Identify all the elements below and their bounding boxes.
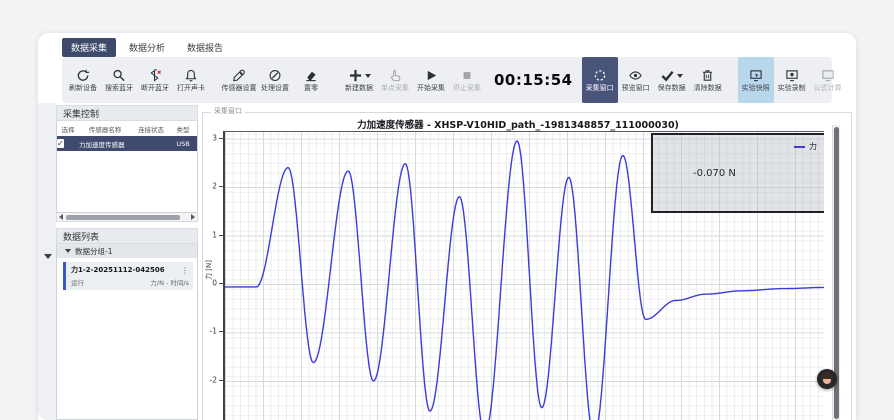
data-item-status: 运行 — [71, 277, 84, 287]
y-axis: 3 2 1 0 -1 -2 — [203, 131, 223, 420]
collection-control-header: 采集控制 — [56, 105, 198, 121]
collapse-arrow-icon[interactable] — [44, 254, 52, 259]
col-select: 选择 — [57, 124, 79, 134]
data-list-item[interactable]: 力1-2-20251112-042506 ⋮ 运行 力/N - 时间/s — [63, 262, 193, 290]
y-tick-label: -2 — [210, 376, 217, 384]
process-settings-button[interactable]: 处理设置 — [257, 57, 293, 103]
new-data-button[interactable]: 新建数据 — [341, 57, 377, 103]
item-menu-icon[interactable]: ⋮ — [181, 266, 189, 275]
dashed-circle-icon — [593, 69, 607, 82]
chart-frame-label: 采集窗口 — [211, 108, 245, 115]
experiment-snapshot-button[interactable]: 实验快照 — [738, 57, 774, 103]
chevron-down-icon[interactable] — [365, 74, 371, 78]
scroll-left-icon[interactable] — [59, 214, 63, 220]
plus-icon — [348, 69, 363, 82]
avatar-hair-icon — [821, 372, 833, 379]
tab-data-report[interactable]: 数据报告 — [178, 38, 232, 57]
tab-data-analysis[interactable]: 数据分析 — [120, 38, 174, 57]
data-item-title: 力1-2-20251112-042506 — [71, 265, 165, 275]
y-tick-label: 0 — [212, 279, 217, 287]
sensor-checkbox[interactable]: ✓ — [57, 139, 64, 148]
search-icon — [112, 69, 126, 82]
sensor-settings-icon — [232, 69, 246, 82]
refresh-icon — [76, 69, 90, 82]
tab-data-acquisition[interactable]: 数据采集 — [62, 38, 116, 57]
data-list: 数据分组-1 力1-2-20251112-042506 ⋮ 运行 力/N - 时… — [56, 244, 198, 420]
col-connection-status: 连接状态 — [131, 124, 171, 134]
start-acquisition-button[interactable]: 开始采集 — [413, 57, 449, 103]
sensor-row[interactable]: ✓ 力加速度传感器 USB — [57, 136, 197, 151]
screen-cursor-icon — [749, 69, 763, 82]
clear-data-button[interactable]: 清除数据 — [690, 57, 726, 103]
y-tick-label: -1 — [210, 328, 217, 336]
chevron-down-icon — [65, 249, 71, 253]
save-data-button[interactable]: 保存数据 — [654, 57, 690, 103]
experiment-record-button[interactable]: 实验录制 — [774, 57, 810, 103]
eye-icon — [628, 69, 643, 82]
bell-icon — [184, 69, 198, 82]
main-card: 数据采集 数据分析 数据报告 刷新设备 搜索蓝牙 断开蓝牙 打开声卡 — [38, 33, 856, 420]
current-value: -0.070 N — [693, 168, 736, 179]
data-list-header: 数据列表 — [56, 228, 198, 244]
eraser-icon — [304, 69, 318, 82]
sensor-table: 选择 传感器名称 连接状态 类型 ✓ 力加速度传感器 USB — [56, 121, 198, 213]
y-tick-label: 3 — [212, 134, 217, 142]
scroll-right-icon[interactable] — [191, 214, 195, 220]
stop-icon — [461, 69, 473, 82]
trash-icon — [701, 69, 714, 82]
toolbar: 刷新设备 搜索蓝牙 断开蓝牙 打开声卡 传感器设置 处理设置 — [62, 57, 832, 103]
plot-area[interactable]: -0.070 N 力 — [223, 131, 824, 420]
left-panel: 采集控制 选择 传感器名称 连接状态 类型 ✓ 力加速度传感器 USB — [56, 105, 198, 420]
sensor-settings-button[interactable]: 传感器设置 — [221, 57, 257, 103]
chevron-down-icon[interactable] — [677, 74, 683, 78]
data-group-header[interactable]: 数据分组-1 — [57, 244, 197, 258]
chart-legend: 力 — [794, 141, 817, 152]
disconnect-bluetooth-button[interactable]: 断开蓝牙 — [137, 57, 173, 103]
play-icon — [425, 69, 438, 82]
acquisition-timer: 00:15:54 — [494, 71, 573, 89]
screen-icon — [821, 69, 835, 82]
chart-title: 力加速度传感器 - XHSP-V10HID_path_-1981348857_1… — [203, 117, 833, 131]
sensor-table-header: 选择 传感器名称 连接状态 类型 — [57, 121, 197, 136]
sidebar-collapse-rail[interactable] — [38, 103, 56, 420]
stop-acquisition-button[interactable]: 停止采集 — [449, 57, 485, 103]
bluetooth-disconnect-icon — [148, 69, 162, 82]
single-point-button[interactable]: 单点采集 — [377, 57, 413, 103]
assistant-avatar-button[interactable] — [817, 369, 837, 389]
chart-frame: 采集窗口 力加速度传感器 - XHSP-V10HID_path_-1981348… — [202, 112, 852, 420]
check-icon — [660, 69, 675, 82]
open-soundcard-button[interactable]: 打开声卡 — [173, 57, 209, 103]
sensor-type: USB — [171, 140, 195, 148]
hand-pointer-icon — [388, 69, 402, 82]
col-sensor-name: 传感器名称 — [79, 124, 131, 134]
formula-calc-button[interactable]: 公式计算 — [810, 57, 846, 103]
y-tick-label: 2 — [212, 182, 217, 190]
legend-line-swatch — [794, 146, 805, 148]
app-window: 数据采集 数据分析 数据报告 刷新设备 搜索蓝牙 断开蓝牙 打开声卡 — [0, 0, 894, 420]
sensor-name: 力加速度传感器 — [79, 139, 131, 149]
search-bluetooth-button[interactable]: 搜索蓝牙 — [101, 57, 137, 103]
y-tick-label: 1 — [212, 231, 217, 239]
zero-button[interactable]: 置零 — [293, 57, 329, 103]
screen-record-icon — [785, 69, 799, 82]
data-item-axes: 力/N - 时间/s — [150, 277, 189, 287]
main-tabbar: 数据采集 数据分析 数据报告 — [62, 38, 232, 57]
preview-window-button[interactable]: 预览窗口 — [618, 57, 654, 103]
compass-icon — [268, 69, 282, 82]
legend-label: 力 — [809, 141, 817, 152]
acquisition-window-button[interactable]: 采集窗口 — [582, 57, 618, 103]
col-type: 类型 — [171, 124, 195, 134]
hscroll-thumb[interactable] — [66, 215, 180, 220]
sensor-table-hscrollbar[interactable] — [56, 213, 198, 222]
refresh-device-button[interactable]: 刷新设备 — [65, 57, 101, 103]
